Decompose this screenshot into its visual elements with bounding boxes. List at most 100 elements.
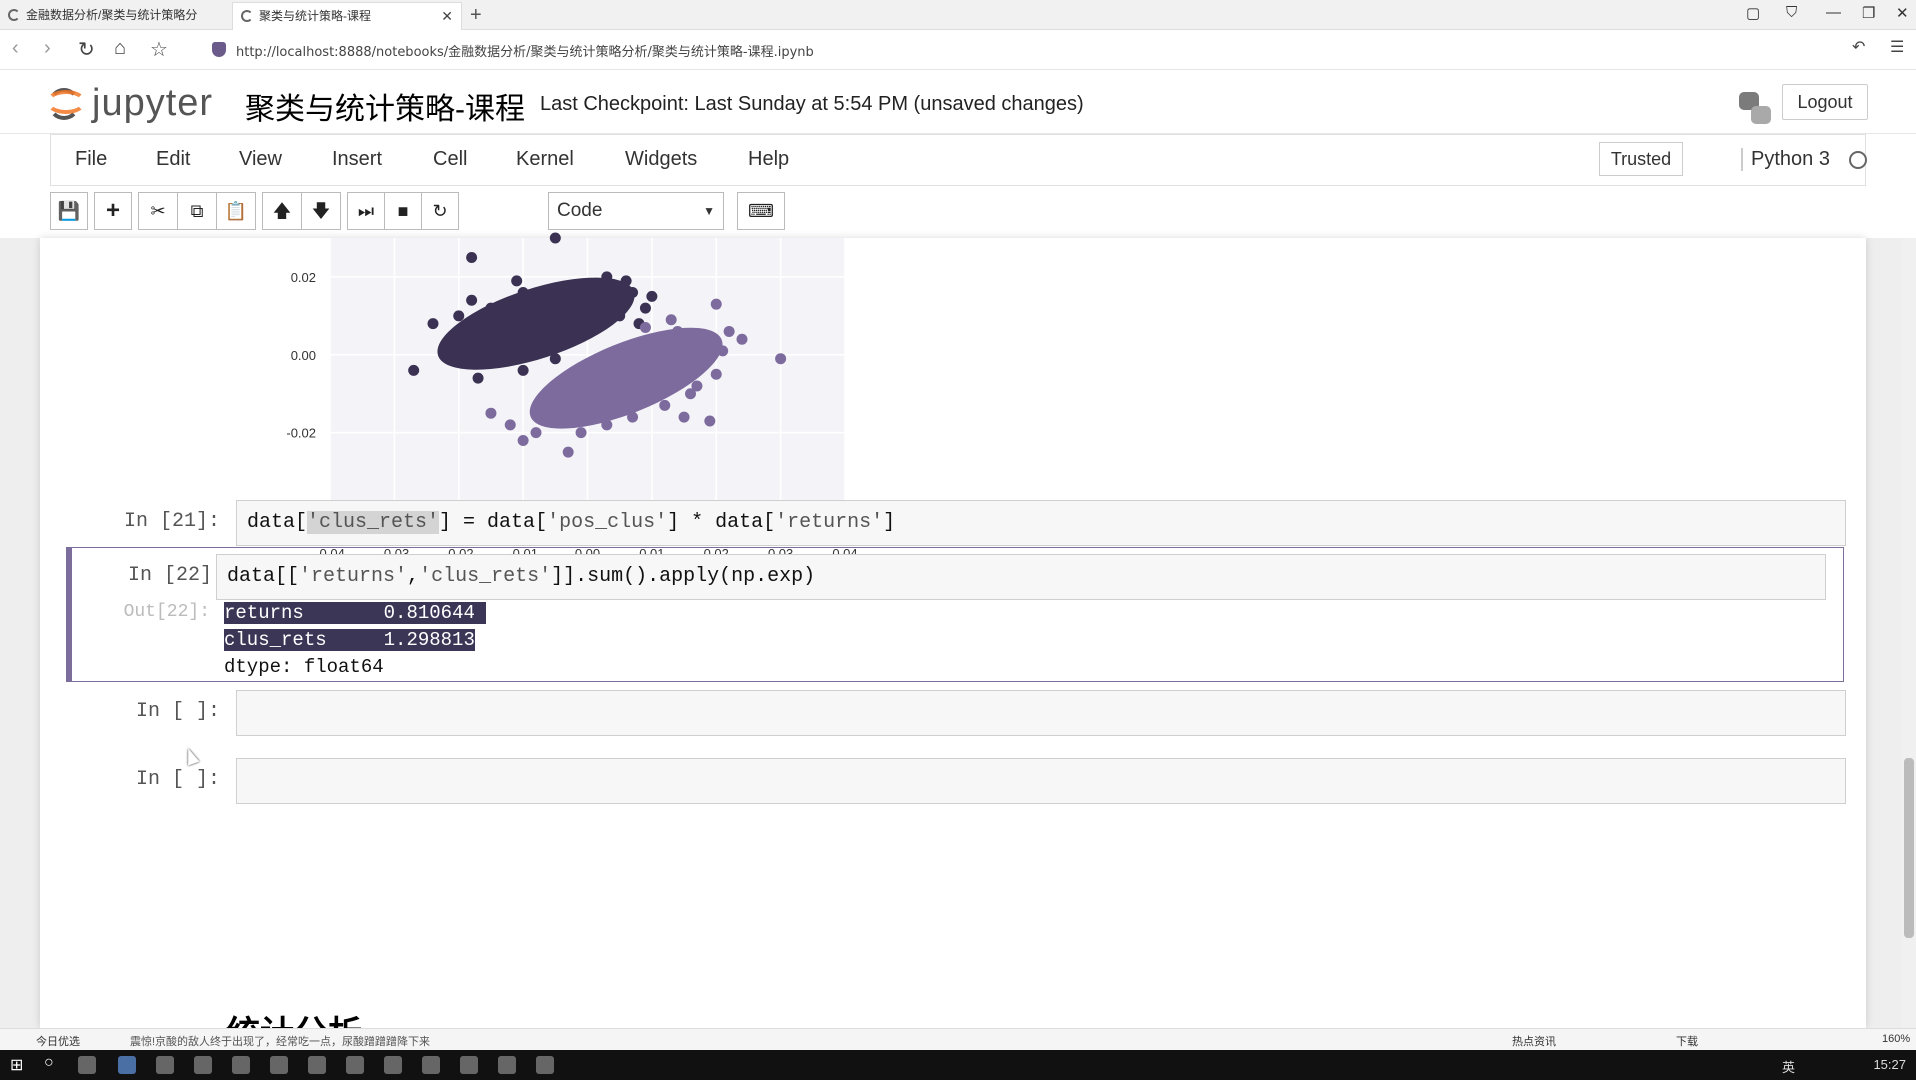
status-left[interactable]: 今日优选 [36,1033,80,1049]
new-tab-button[interactable]: + [470,2,482,28]
clock[interactable]: 15:27 [1873,1057,1906,1072]
logout-button[interactable]: Logout [1782,84,1868,120]
windows-taskbar: ⊞ ○ 英 15:27 [0,1050,1916,1080]
app-icon[interactable] [498,1056,516,1074]
output-name: clus_rets [224,629,327,651]
reload-icon[interactable]: ↻ [78,37,95,62]
scatter-point [504,419,516,431]
restart-icon[interactable]: ↻ [421,192,459,230]
scatter-point [723,325,735,337]
code-token: ] * data[ [667,511,776,534]
move-up-icon[interactable]: 🡅 [262,192,302,230]
cell-type-select[interactable]: Code ▼ [548,192,724,230]
maximize-icon[interactable]: ❐ [1862,4,1875,22]
browser-app-icon[interactable] [118,1056,136,1074]
code-input[interactable] [236,758,1846,804]
menu-cell[interactable]: Cell [433,148,467,171]
code-input[interactable] [236,690,1846,736]
zoom-level[interactable]: 160% [1882,1033,1910,1045]
copy-icon[interactable]: ⧉ [177,192,217,230]
menu-kernel[interactable]: Kernel [516,148,574,171]
input-prompt: In [ ]: [135,768,220,791]
tab-label: 聚类与统计策略-课程 [259,9,371,23]
kernel-name[interactable]: Python 3 [1741,148,1830,171]
status-item[interactable]: 下载 [1676,1033,1698,1049]
tab-count-icon[interactable]: ▢ [1746,4,1760,22]
file-explorer-icon[interactable] [156,1056,174,1074]
forward-icon[interactable]: › [44,37,51,60]
back-icon[interactable]: ‹ [12,37,19,60]
menu-edit[interactable]: Edit [156,148,190,171]
scatter-point [466,251,478,263]
logo-orbit-icon [46,90,86,114]
app-icon[interactable] [460,1056,478,1074]
windows-start-icon[interactable]: ⊞ [10,1055,23,1075]
scrollbar[interactable] [1902,238,1916,1028]
app-icon[interactable] [384,1056,402,1074]
minimize-icon[interactable]: — [1826,4,1841,21]
jupyter-logo[interactable]: jupyter [46,78,218,124]
news-ticker[interactable]: 震惊!京酸的敌人终于出现了，经常吃一点，尿酸蹭蹭蹭降下来 [130,1033,430,1049]
scatter-point [517,364,529,376]
code-cell[interactable]: In [21]: data['clus_rets'] = data['pos_c… [62,498,1846,548]
ime-indicator[interactable]: 英 [1782,1057,1795,1076]
input-prompt: In [ ]: [135,700,220,723]
run-icon[interactable]: ⏭ [347,192,385,230]
move-down-icon[interactable]: 🡇 [301,192,341,230]
code-string: 'clus_rets' [419,565,552,588]
url-input[interactable]: http://localhost:8888/notebooks/金融数据分析/聚… [236,41,814,60]
code-cell[interactable]: In [ ]: [62,756,1846,806]
app-icon[interactable] [536,1056,554,1074]
status-item[interactable]: 热点资讯 [1512,1033,1556,1049]
app-icon[interactable] [422,1056,440,1074]
close-tab-icon[interactable]: ✕ [441,3,453,29]
scatter-point [710,368,722,380]
output-area: returns 0.810644 clus_rets 1.298813 dtype… [224,600,487,681]
menu-widgets[interactable]: Widgets [625,148,697,171]
pin-icon[interactable]: ⛉ [1786,4,1797,21]
paste-icon[interactable]: 📋 [216,192,256,230]
app-icon[interactable] [308,1056,326,1074]
home-icon[interactable]: ⌂ [114,37,126,60]
output-value: 1.298813 [383,629,475,651]
save-icon[interactable]: 💾 [50,192,88,230]
app-icon[interactable] [270,1056,288,1074]
code-cell[interactable]: In [ ]: [62,688,1846,738]
scatter-point [549,232,561,244]
history-back-icon[interactable]: ↶ [1852,37,1865,57]
code-input[interactable]: data[['returns','clus_rets']].sum().appl… [216,554,1826,600]
loading-icon [8,9,20,21]
y-tick-label: 0.00 [291,348,316,363]
cut-icon[interactable]: ✂ [138,192,178,230]
browser-tab-active[interactable]: 聚类与统计策略-课程 ✕ [232,2,462,30]
app-icon[interactable] [346,1056,364,1074]
scatter-point [427,318,439,330]
menu-insert[interactable]: Insert [332,148,382,171]
trusted-badge[interactable]: Trusted [1599,142,1683,176]
kernel-idle-icon [1849,151,1867,169]
insert-cell-icon[interactable]: + [94,192,132,230]
search-icon[interactable]: ○ [44,1054,54,1072]
app-icon[interactable] [194,1056,212,1074]
code-input[interactable]: data['clus_rets'] = data['pos_clus'] * d… [236,500,1846,546]
scrollbar-thumb[interactable] [1904,758,1914,938]
keyboard-icon[interactable]: ⌨ [737,192,785,230]
close-window-icon[interactable]: ✕ [1896,4,1909,22]
star-icon[interactable]: ☆ [150,37,168,62]
menu-view[interactable]: View [239,148,282,171]
output-value: 0.810644 [383,602,475,624]
task-view-icon[interactable] [78,1056,96,1074]
python-logo-icon [1739,92,1771,124]
scatter-point [408,364,420,376]
markdown-heading: 统计分析 [226,1006,362,1028]
menu-icon[interactable]: ☰ [1890,37,1904,57]
code-cell-selected[interactable]: In [22]: data[['returns','clus_rets']].s… [66,547,1844,682]
notebook-title[interactable]: 聚类与统计策略-课程 [245,84,525,128]
menu-help[interactable]: Help [748,148,789,171]
notebook-area: -0.04-0.03-0.02-0.010.000.010.020.030.04… [0,232,1916,1028]
output-row: returns 0.810644 [224,602,487,624]
stop-icon[interactable]: ■ [384,192,422,230]
browser-tab[interactable]: 金融数据分析/聚类与统计策略分 [0,2,232,30]
app-icon[interactable] [232,1056,250,1074]
menu-file[interactable]: File [75,148,107,171]
